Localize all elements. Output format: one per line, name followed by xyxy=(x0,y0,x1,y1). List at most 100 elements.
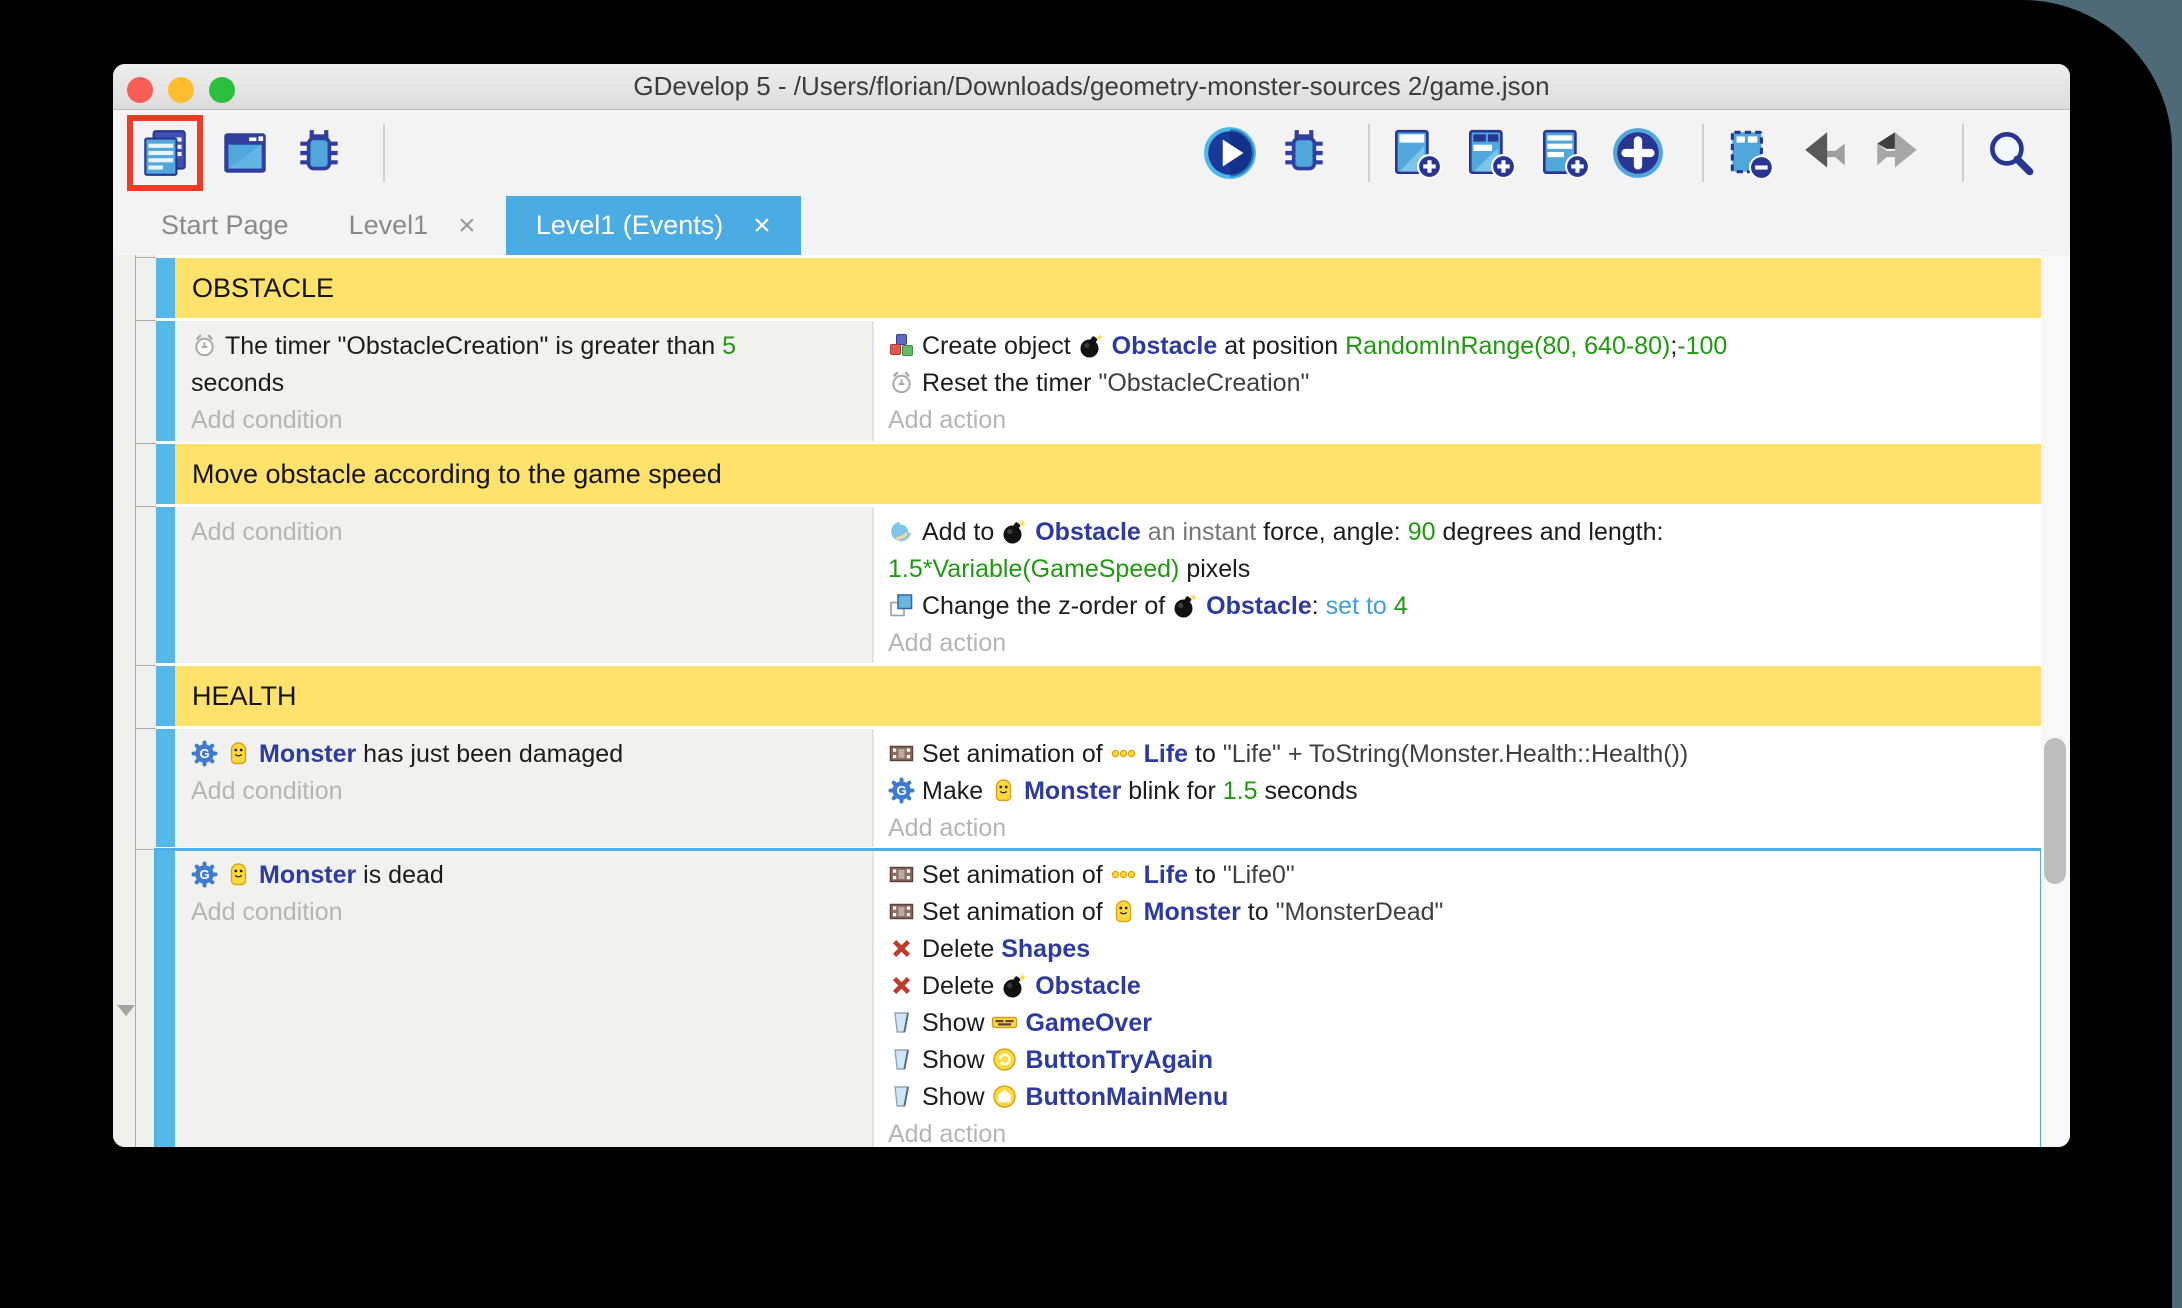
text-segment: degrees and length: xyxy=(1435,518,1664,546)
text-segment: has just been damaged xyxy=(356,740,624,768)
condition-line[interactable]: G Monster is dead xyxy=(191,857,862,894)
life-icon xyxy=(1110,740,1137,767)
event-row-selected[interactable]: G Monster is dead Add condition Set animati… xyxy=(135,848,2043,1147)
text-segment: Add action xyxy=(888,1120,1007,1147)
debugger-icon[interactable] xyxy=(291,125,347,181)
add-condition-button[interactable]: Add condition xyxy=(191,514,862,551)
svg-text:G: G xyxy=(199,867,209,882)
project-manager-icon[interactable] xyxy=(137,125,193,181)
actions-cell[interactable]: Set animation of Life to "Life" + ToStri… xyxy=(872,729,2041,847)
event-drag-bar[interactable] xyxy=(156,729,175,847)
action-line[interactable]: Set animation of Life to "Life0" xyxy=(888,857,2031,894)
event-group-row[interactable]: OBSTACLE xyxy=(135,257,2041,318)
event-drag-bar[interactable] xyxy=(156,507,175,663)
condition-line[interactable]: The timer "ObstacleCreation" is greater … xyxy=(191,328,862,365)
text-segment: Monster xyxy=(1024,777,1122,805)
add-sub-event-icon[interactable] xyxy=(1388,125,1444,181)
behavior-icon: G xyxy=(191,861,218,888)
action-line[interactable]: Create object Obstacle at position Rando… xyxy=(888,328,2031,365)
conditions-cell[interactable]: G Monster has just been damaged Add condit… xyxy=(175,729,872,847)
vertical-scrollbar[interactable] xyxy=(2041,255,2070,1147)
event-drag-bar[interactable] xyxy=(156,444,175,504)
action-line[interactable]: Delete Obstacle xyxy=(888,968,2031,1005)
events-sheet: OBSTACLE The timer "ObstacleCreation" is … xyxy=(113,255,2070,1147)
close-tab-icon[interactable]: × xyxy=(753,209,771,243)
add-condition-button[interactable]: Add condition xyxy=(191,402,862,439)
collapse-arrow-icon[interactable] xyxy=(117,1005,135,1016)
action-line[interactable]: Add to Obstacle an instant force, angle:… xyxy=(888,514,2031,551)
add-action-button[interactable]: Add action xyxy=(888,1116,2031,1147)
toolbar-left-group xyxy=(127,115,365,191)
search-icon[interactable] xyxy=(1982,125,2038,181)
toolbar-highlight-box[interactable] xyxy=(127,115,203,191)
event-drag-bar[interactable] xyxy=(156,850,175,1147)
event-drag-bar[interactable] xyxy=(156,666,175,726)
actions-cell[interactable]: Set animation of Life to "Life0" Set anim… xyxy=(872,850,2041,1147)
event-group-row[interactable]: HEALTH xyxy=(135,665,2041,726)
play-icon[interactable] xyxy=(1202,125,1258,181)
add-circle-icon[interactable] xyxy=(1610,125,1666,181)
action-line[interactable]: Delete Shapes xyxy=(888,931,2031,968)
event-row[interactable]: Add condition Add to Obstacle an instant … xyxy=(135,506,2041,663)
actions-cell[interactable]: Create object Obstacle at position Rando… xyxy=(872,321,2041,441)
monster-icon xyxy=(1110,898,1137,925)
action-line[interactable]: 1.5*Variable(GameSpeed) pixels xyxy=(888,551,2031,588)
scene-editor-icon[interactable] xyxy=(217,125,273,181)
conditions-cell[interactable]: Add condition xyxy=(175,507,872,663)
events-list: OBSTACLE The timer "ObstacleCreation" is … xyxy=(135,257,2043,1147)
text-segment: Obstacle xyxy=(1111,332,1218,360)
condition-line[interactable]: seconds xyxy=(191,365,862,402)
event-row[interactable]: The timer "ObstacleCreation" is greater … xyxy=(135,320,2041,441)
event-drag-bar[interactable] xyxy=(156,321,175,441)
scene-editor-icon-button[interactable] xyxy=(217,125,273,181)
text-segment: 90 xyxy=(1407,518,1436,546)
actions-cell[interactable]: Add to Obstacle an instant force, angle:… xyxy=(872,507,2041,663)
event-drag-bar[interactable] xyxy=(156,258,175,318)
scrollbar-thumb[interactable] xyxy=(2044,738,2066,884)
remove-event-icon[interactable] xyxy=(1722,125,1778,181)
debug-icon[interactable] xyxy=(1276,125,1332,181)
conditions-cell[interactable]: G Monster is dead Add condition xyxy=(175,850,872,1147)
add-comment-icon[interactable] xyxy=(1462,125,1518,181)
redo-icon[interactable] xyxy=(1870,125,1926,181)
event-group-row[interactable]: Move obstacle according to the game spee… xyxy=(135,443,2041,504)
conditions-cell[interactable]: The timer "ObstacleCreation" is greater … xyxy=(175,321,872,441)
text-segment: Set animation of xyxy=(922,740,1110,768)
action-line[interactable]: Show ButtonMainMenu xyxy=(888,1079,2031,1116)
close-tab-icon[interactable]: × xyxy=(458,209,476,243)
add-condition-button[interactable]: Add condition xyxy=(191,773,862,810)
tab-start-page[interactable]: Start Page xyxy=(131,196,319,255)
tree-line xyxy=(135,255,136,1147)
monster-icon xyxy=(990,777,1017,804)
tab-level1[interactable]: Level1 × xyxy=(319,196,506,255)
add-action-button[interactable]: Add action xyxy=(888,625,2031,662)
text-segment: Show xyxy=(922,1083,992,1111)
text-segment: seconds xyxy=(1257,777,1358,805)
bomb-icon xyxy=(1001,518,1028,545)
add-condition-button[interactable]: Add condition xyxy=(191,894,862,931)
action-line[interactable]: Reset the timer "ObstacleCreation" xyxy=(888,365,2031,402)
action-line[interactable]: Show GameOver xyxy=(888,1005,2031,1042)
condition-line[interactable]: G Monster has just been damaged xyxy=(191,736,862,773)
tab-level1-events-[interactable]: Level1 (Events) × xyxy=(505,196,801,255)
action-line[interactable]: Set animation of Monster to "MonsterDead… xyxy=(888,894,2031,931)
add-action-button[interactable]: Add action xyxy=(888,810,2031,847)
action-line[interactable]: Change the z-order of Obstacle: set to 4 xyxy=(888,588,2031,625)
add-event-icon[interactable] xyxy=(1536,125,1592,181)
show-icon xyxy=(888,1046,915,1073)
text-segment: Obstacle xyxy=(1035,518,1141,546)
action-line[interactable]: G Make Monster blink for 1.5 seconds xyxy=(888,773,2031,810)
event-row[interactable]: G Monster has just been damaged Add condit… xyxy=(135,728,2041,847)
text-segment: Obstacle xyxy=(1206,592,1312,620)
text-segment: Add to xyxy=(922,518,1002,546)
undo-icon[interactable] xyxy=(1796,125,1852,181)
text-segment: : xyxy=(1311,592,1326,620)
add-action-button[interactable]: Add action xyxy=(888,402,2031,439)
text-segment: Shapes xyxy=(1001,935,1091,963)
anim-icon xyxy=(888,740,915,767)
debugger-icon-button[interactable] xyxy=(291,125,347,181)
event-group-label: Move obstacle according to the game spee… xyxy=(175,444,2041,504)
delete-icon xyxy=(888,935,915,962)
action-line[interactable]: Show ButtonTryAgain xyxy=(888,1042,2031,1079)
action-line[interactable]: Set animation of Life to "Life" + ToStri… xyxy=(888,736,2031,773)
